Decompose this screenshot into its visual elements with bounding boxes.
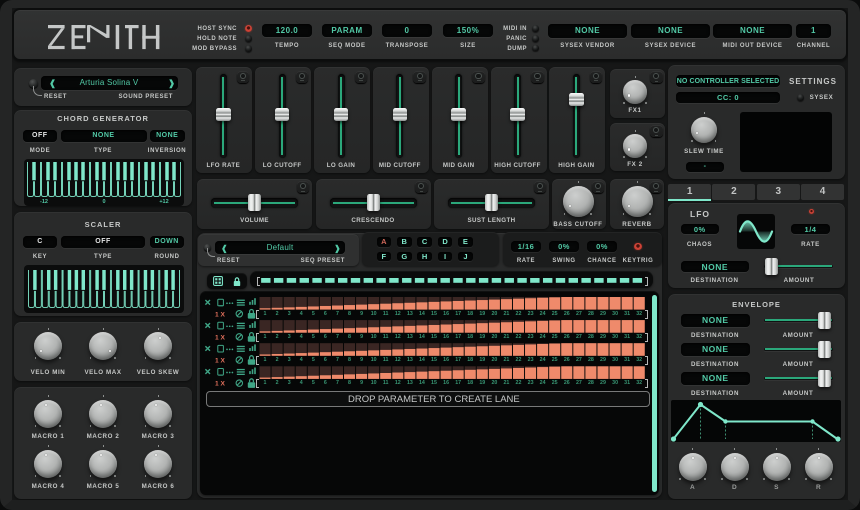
- svg-text:1 X: 1 X: [215, 311, 225, 318]
- svg-text:1 X: 1 X: [215, 381, 225, 388]
- svg-text:1 X: 1 X: [215, 335, 225, 342]
- svg-text:1 X: 1 X: [215, 358, 225, 365]
